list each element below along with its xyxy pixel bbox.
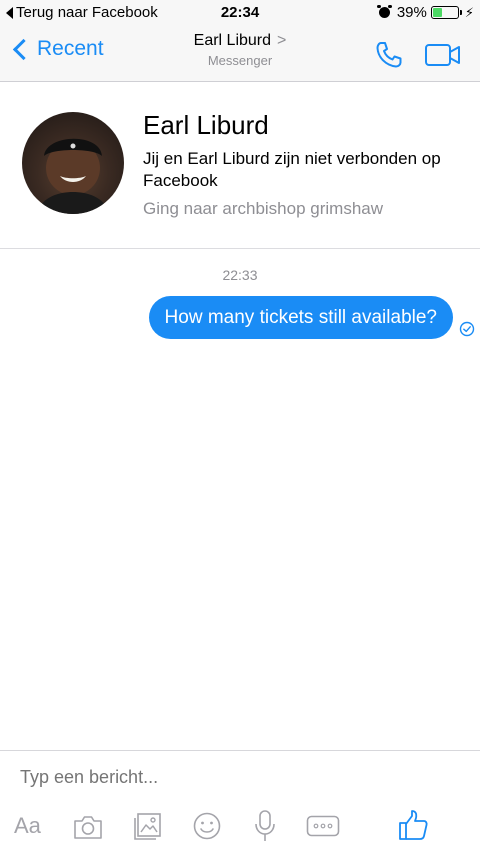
profile-name: Earl Liburd — [143, 110, 269, 140]
microphone-icon[interactable] — [254, 809, 276, 843]
message-timestamp: 22:33 — [222, 267, 258, 283]
contact-profile-header: Earl Liburd Jij en Earl Liburd zijn niet… — [0, 82, 480, 249]
text-format-toggle[interactable]: Aa — [14, 813, 41, 839]
emoji-icon[interactable] — [192, 811, 222, 841]
message-composer: Aa — [0, 750, 480, 854]
more-icon[interactable] — [306, 815, 340, 837]
status-bar: Terug naar Facebook 22:34 39% ⚡ — [0, 0, 480, 26]
phone-icon[interactable] — [374, 40, 404, 70]
avatar-portrait — [36, 138, 110, 214]
contact-name-title: Earl Liburd — [193, 32, 272, 49]
chevron-right-icon: > — [277, 32, 287, 49]
alarm-icon — [376, 5, 392, 18]
avatar[interactable] — [22, 112, 124, 214]
gallery-icon[interactable] — [133, 811, 163, 841]
battery-percent: 39% — [396, 4, 427, 21]
battery-icon — [430, 6, 462, 19]
video-camera-icon[interactable] — [424, 42, 462, 68]
message-input[interactable] — [20, 767, 460, 788]
sent-check-icon — [459, 321, 475, 337]
connection-status-text: Jij en Earl Liburd zijn niet verbonden o… — [143, 149, 441, 190]
outgoing-message-bubble[interactable]: How many tickets still available? — [148, 296, 453, 339]
nav-bar: Recent Earl Liburd > Messenger — [0, 26, 480, 82]
composer-toolbar: Aa — [0, 809, 480, 849]
conversation-subtitle: Messenger — [207, 53, 273, 68]
camera-icon[interactable] — [72, 813, 104, 841]
thumbs-up-icon[interactable] — [398, 809, 428, 841]
conversation-title[interactable]: Earl Liburd > Messenger — [0, 32, 480, 68]
status-right: 39% ⚡ — [376, 4, 474, 21]
charging-bolt-icon: ⚡ — [464, 4, 474, 20]
education-text: Ging naar archbishop grimshaw — [143, 199, 384, 218]
